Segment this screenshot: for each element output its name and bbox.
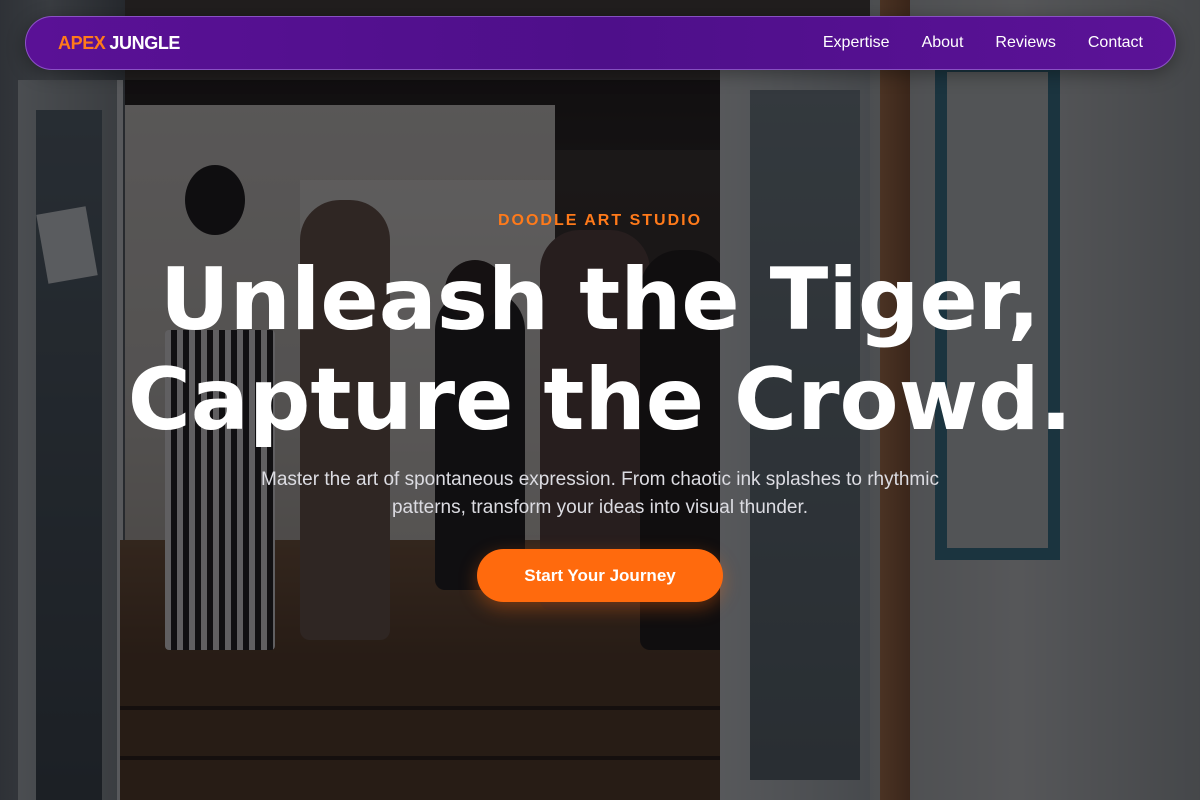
start-journey-button[interactable]: Start Your Journey bbox=[477, 549, 723, 602]
headline-line-1: Unleash the Tiger, bbox=[159, 250, 1041, 350]
headline-line-2: Capture the Crowd. bbox=[127, 350, 1073, 450]
hero-subtext: Master the art of spontaneous expression… bbox=[261, 469, 939, 518]
hero-eyebrow: DOODLE ART STUDIO bbox=[497, 212, 703, 229]
hero-section: DOODLE ART STUDIO Unleash the Tiger, Cap… bbox=[0, 0, 1200, 800]
hero-headline: Unleash the Tiger, Capture the Crowd. bbox=[0, 250, 1200, 450]
